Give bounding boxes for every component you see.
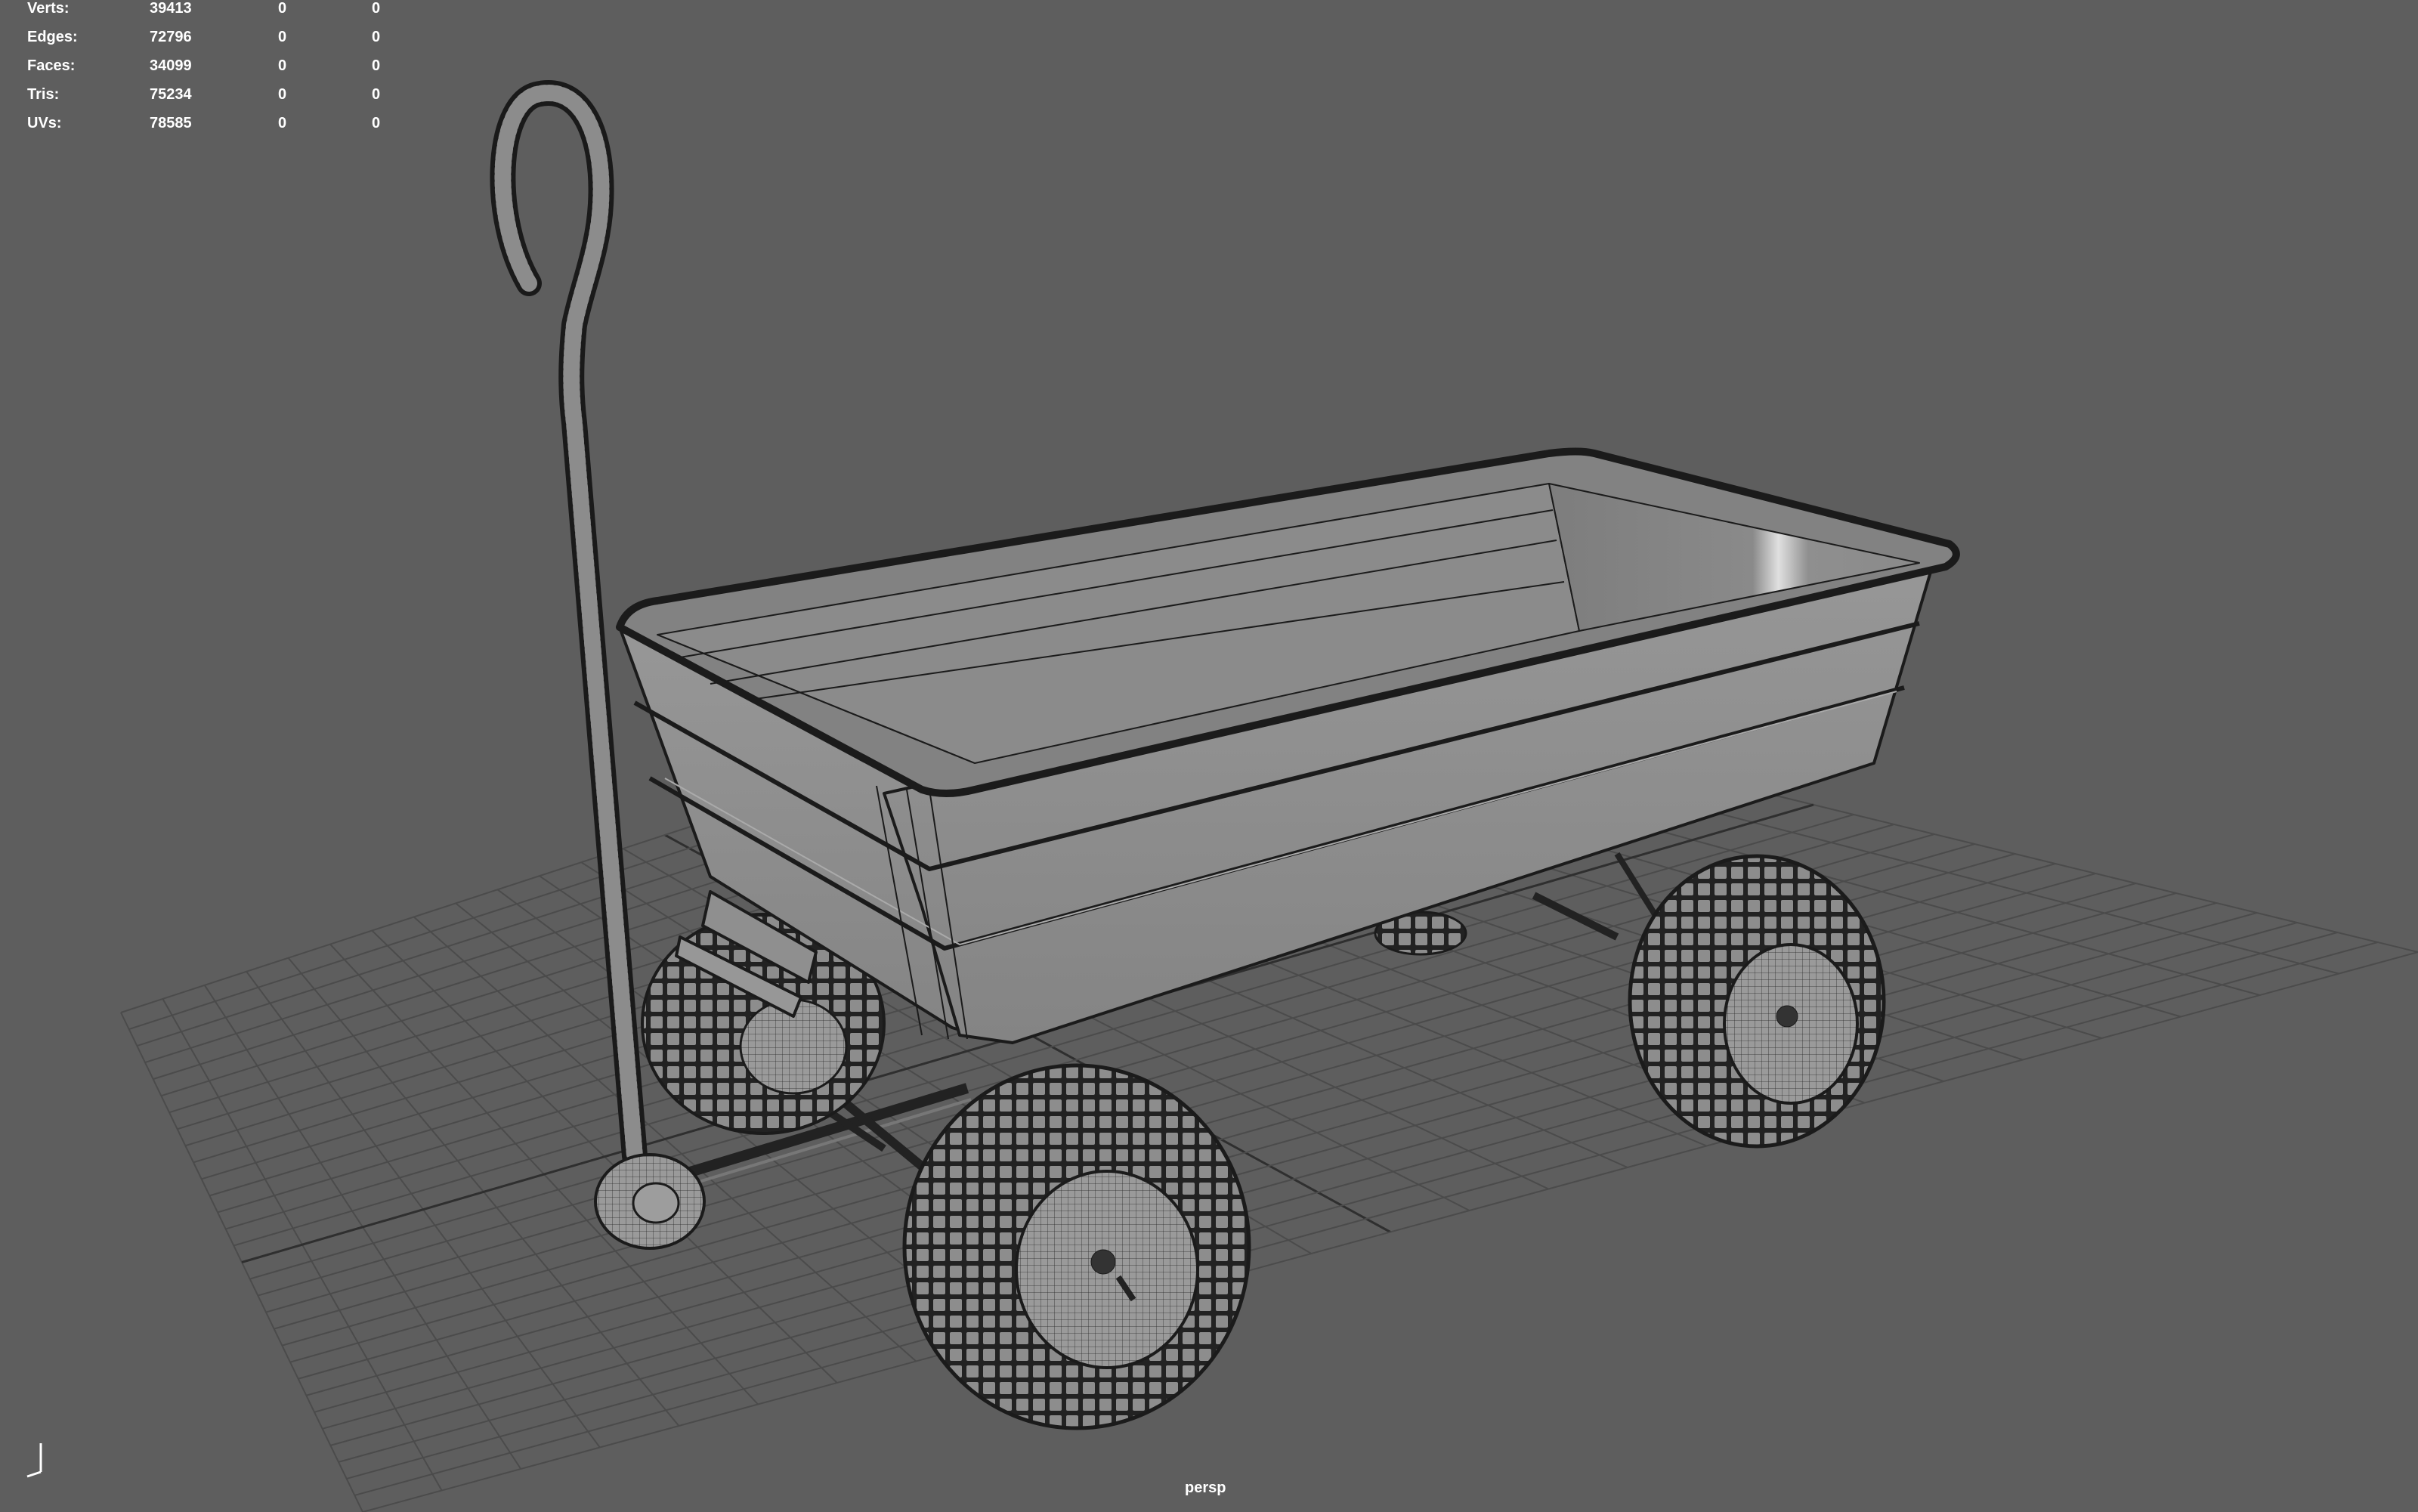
pull-handle bbox=[490, 80, 648, 1169]
hud-label: UVs: bbox=[27, 115, 62, 131]
hud-label: Faces: bbox=[27, 57, 76, 74]
hud-c3: 0 bbox=[372, 57, 381, 74]
hud-c3: 0 bbox=[372, 0, 381, 17]
hud-c2: 0 bbox=[278, 0, 287, 17]
hud-label: Edges: bbox=[27, 29, 78, 45]
camera-label: persp bbox=[1185, 1480, 1226, 1496]
scene-canvas[interactable] bbox=[0, 0, 2418, 1512]
hud-c1: 34099 bbox=[150, 57, 192, 74]
hud-c1: 78585 bbox=[150, 115, 192, 131]
wheel-rear-right bbox=[1628, 854, 1886, 1149]
hud-c1: 39413 bbox=[150, 0, 192, 17]
hud-c3: 0 bbox=[372, 115, 381, 131]
hud-c2: 0 bbox=[278, 115, 287, 131]
wheel-front-right bbox=[902, 1063, 1251, 1430]
hud-c2: 0 bbox=[278, 86, 287, 103]
hud-label: Tris: bbox=[27, 86, 60, 103]
grid-line bbox=[322, 902, 2217, 1430]
hud-label: Verts: bbox=[27, 0, 70, 17]
hud-c3: 0 bbox=[372, 29, 381, 45]
hud-c1: 72796 bbox=[150, 29, 192, 45]
axis-gizmo-icon bbox=[26, 1443, 42, 1478]
hud-c2: 0 bbox=[278, 29, 287, 45]
hud-c1: 75234 bbox=[150, 86, 192, 103]
hud-c3: 0 bbox=[372, 86, 381, 103]
front-pivot-wheel bbox=[594, 1153, 706, 1250]
hud-c2: 0 bbox=[278, 57, 287, 74]
wagon-model bbox=[490, 80, 1960, 1430]
persp-viewport[interactable]: Verts: 39413 0 0 Edges: 72796 0 0 Faces: 34099 0 0 T… bbox=[0, 0, 2418, 1512]
